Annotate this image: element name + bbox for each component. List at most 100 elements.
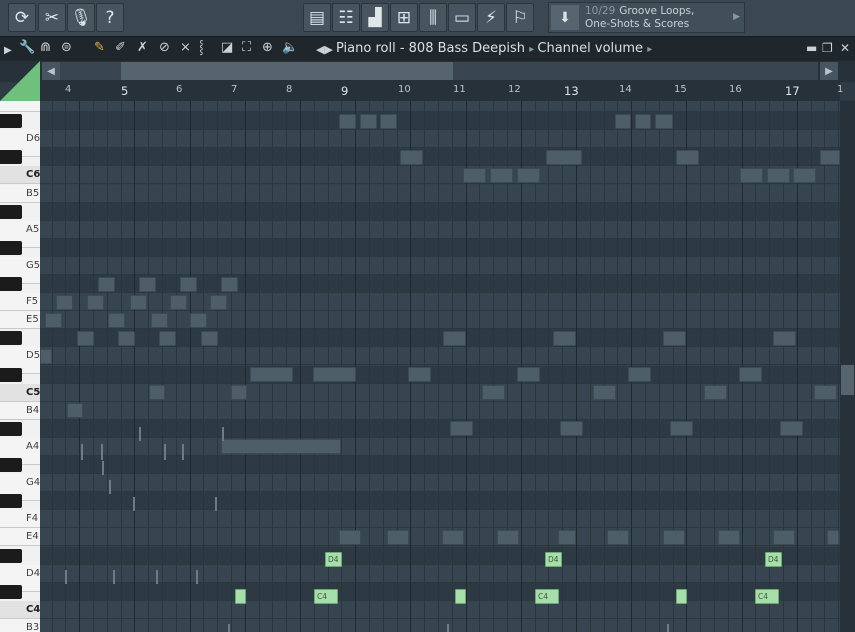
pencil-icon[interactable]: ✎ [94,40,105,56]
chevron-right-icon: ▸ [647,44,653,55]
ghost-note [663,529,685,545]
ruler-bar-label: 10 [398,84,411,95]
ghost-note [490,167,513,183]
ghost-note [615,113,631,129]
ruler-bar-label: 4 [65,84,72,95]
black-key[interactable] [0,458,22,472]
note-line [101,444,103,460]
key-label: D5 [26,350,40,362]
grid-line [700,101,702,632]
black-key[interactable] [0,204,22,219]
ghost-note [130,294,147,310]
black-key[interactable] [0,240,22,255]
active-note[interactable]: C4 [755,589,779,604]
close-icon[interactable]: ✕ [840,41,850,55]
black-key[interactable] [0,584,22,599]
speaker-icon[interactable]: 🔈 [282,40,298,56]
scroll-right-button[interactable]: ▶ [820,62,838,80]
piano-keyboard[interactable]: D6 C6 B5 A5 G5 F5 E5 D5 C5 B4 A4 G4 F4 E4 D4 C4 B3 [0,101,40,632]
slip-icon[interactable]: ⸾ [199,40,204,56]
playlist-icon[interactable]: ▤ [303,3,331,32]
active-note[interactable]: D4 [325,552,342,567]
wrench-icon[interactable]: 🔧 [19,40,35,56]
note-grid[interactable]: D4 D4 D4 C4 C4 C4 [40,101,840,632]
black-key[interactable] [0,421,22,436]
active-note[interactable] [676,589,687,604]
black-key[interactable] [0,548,22,563]
horizontal-scroll-thumb[interactable] [121,62,453,80]
ghost-note [313,367,356,382]
download-icon[interactable]: ⬇ [551,5,579,30]
active-note[interactable] [235,589,246,604]
mute-icon[interactable]: ⊘ [159,40,170,56]
browser-icon[interactable]: ⊞ [390,3,418,32]
active-note[interactable]: D4 [765,552,782,567]
title-target[interactable]: Channel volume [537,41,643,56]
chevron-right-icon[interactable]: ▶ [733,12,740,22]
ghost-note [408,367,431,382]
mixer-icon[interactable]: ⫼ [419,3,447,32]
brush-icon[interactable]: ✐ [115,40,126,56]
grid-line [79,101,81,632]
note-line [228,624,230,632]
note-line [133,497,135,511]
playback-icon[interactable]: ◀▶ [316,42,333,58]
ghost-note [704,385,727,401]
note-line [65,570,67,584]
black-key[interactable] [0,494,22,509]
ghost-note [553,330,576,346]
news-panel[interactable]: ⬇ 10/29 Groove Loops, One-Shots & Scores … [548,2,745,33]
grid-row [40,184,840,203]
note-line [222,427,224,441]
black-key[interactable] [0,114,22,129]
scroll-left-button[interactable]: ◀ [42,62,60,80]
magnet-icon[interactable]: ⋒ [40,40,51,56]
ghost-note [773,529,795,545]
zoom-icon[interactable]: ⊕ [262,40,273,56]
minimize-icon[interactable]: ▬ [806,41,817,55]
delete-icon[interactable]: ✗ [137,40,148,56]
grid-row [40,600,840,619]
grid-line [134,101,136,632]
grid-row [40,148,840,167]
grid-row [40,401,840,420]
black-key[interactable] [0,150,22,165]
ghost-note [339,529,361,545]
news-counter: 10/29 [585,5,616,17]
grid-line [658,101,660,632]
slice-icon[interactable]: ⨯ [180,40,191,56]
restore-icon[interactable]: ❐ [822,41,833,55]
ghost-note [380,113,397,129]
menu-arrow-icon[interactable]: ▶ [4,43,12,59]
ruler-bar-label: 16 [729,84,742,95]
vertical-scroll-thumb[interactable] [841,365,854,395]
cut-icon[interactable]: ✂ [38,3,66,32]
knife-icon[interactable]: ◪ [221,40,233,56]
active-note[interactable]: C4 [314,589,338,604]
ghost-note [517,367,540,382]
key-label: B4 [26,404,40,416]
refresh-icon[interactable]: ⟳ [8,3,36,32]
black-key[interactable] [0,277,22,291]
performance-icon[interactable]: ⚐ [506,3,534,32]
step-sequencer-icon[interactable]: ☷ [332,3,360,32]
ghost-note [190,312,207,328]
ghost-note [77,330,94,346]
channel-rack-icon[interactable]: ▭ [448,3,476,32]
grid-line [51,101,53,632]
white-key[interactable] [0,101,40,112]
news-line-2: One-Shots & Scores [585,18,690,30]
menu-icon[interactable]: ⊜ [61,40,72,56]
black-key[interactable] [0,331,22,346]
timeline-ruler[interactable] [40,82,840,102]
piano-roll-icon[interactable]: ▟ [361,3,389,32]
active-note[interactable] [455,589,466,604]
active-note[interactable]: D4 [545,552,562,567]
microphone-icon[interactable]: 🎙 [67,3,95,32]
active-note[interactable]: C4 [535,589,559,604]
ghost-note [360,113,377,129]
plugin-icon[interactable]: ⚡ [477,3,505,32]
help-icon[interactable]: ? [96,3,124,32]
select-icon[interactable]: ⛶ [242,40,251,56]
black-key[interactable] [0,367,22,382]
